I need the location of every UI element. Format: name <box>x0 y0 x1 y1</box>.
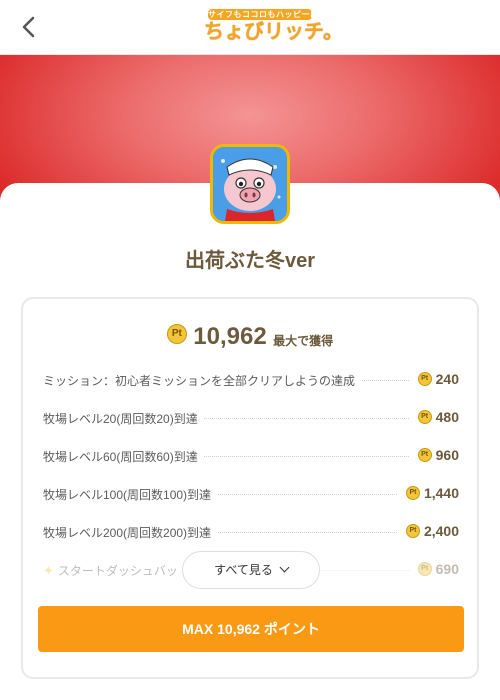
mission-label-text: スタートダッシュバッ <box>57 564 178 578</box>
mission-points: 480 <box>435 408 459 425</box>
total-points-value: 10,962 <box>193 323 267 350</box>
point-coin-icon: Pt <box>166 324 187 344</box>
mission-points: 2,400 <box>423 522 459 539</box>
see-all-label: すべて見る <box>214 563 273 577</box>
mission-row: 牧場レベル20(周回数20)到達 Pt 480 <box>43 408 459 428</box>
mission-row: 牧場レベル60(周回数60)到達 Pt 960 <box>43 446 459 466</box>
header-bar: サイフもココロもハッピーに! ちょびリッチ。 <box>0 0 500 55</box>
reward-panel: Pt 10,962 最大で獲得 ミッション：初心者ミッションを全部クリアしようの… <box>21 297 479 679</box>
mission-row: 牧場レベル200(周回数200)到達 Pt 2,400 <box>43 522 459 542</box>
point-coin-icon: Pt <box>417 409 432 424</box>
chevron-down-icon <box>279 562 290 573</box>
total-points: Pt 10,962 最大で獲得 <box>23 323 477 351</box>
app-title: 出荷ぶた冬ver <box>184 250 316 272</box>
see-all-button[interactable]: すべて見る <box>182 551 320 589</box>
max-points-button[interactable]: MAX 10,962 ポイント <box>38 606 464 652</box>
point-coin-icon: Pt <box>417 561 432 576</box>
mission-label: 牧場レベル100(周回数100)到達 <box>43 486 218 503</box>
mission-label: 牧場レベル20(周回数20)到達 <box>43 410 204 427</box>
logo-name: ちょびリッチ。 <box>204 21 343 43</box>
logo[interactable]: サイフもココロもハッピーに! ちょびリッチ。 <box>204 9 343 45</box>
back-button[interactable] <box>14 12 44 42</box>
logo-tagline: サイフもココロもハッピーに! <box>208 9 322 20</box>
mission-label: 牧場レベル200(周回数200)到達 <box>43 524 218 541</box>
total-points-suffix: 最大で獲得 <box>273 333 334 348</box>
mission-row: ミッション：初心者ミッションを全部クリアしようの達成 Pt 240 <box>43 370 459 390</box>
point-coin-icon: Pt <box>405 523 420 538</box>
chevron-left-icon <box>22 16 35 38</box>
sparkle-icon: ✦ <box>43 563 54 578</box>
mission-row: 牧場レベル100(周回数100)到達 Pt 1,440 <box>43 484 459 504</box>
pig-character-icon <box>210 144 290 224</box>
mission-label: 牧場レベル60(周回数60)到達 <box>43 448 204 465</box>
mission-points: 960 <box>435 446 459 463</box>
mission-label: ミッション：初心者ミッションを全部クリアしようの達成 <box>43 372 362 389</box>
point-coin-icon: Pt <box>417 371 432 386</box>
point-coin-icon: Pt <box>417 447 432 462</box>
mission-label: ✦ スタートダッシュバッ <box>43 562 184 579</box>
mission-points: 240 <box>435 370 459 387</box>
mission-points: 690 <box>435 560 459 577</box>
mission-points: 1,440 <box>423 484 459 501</box>
point-coin-icon: Pt <box>405 485 420 500</box>
